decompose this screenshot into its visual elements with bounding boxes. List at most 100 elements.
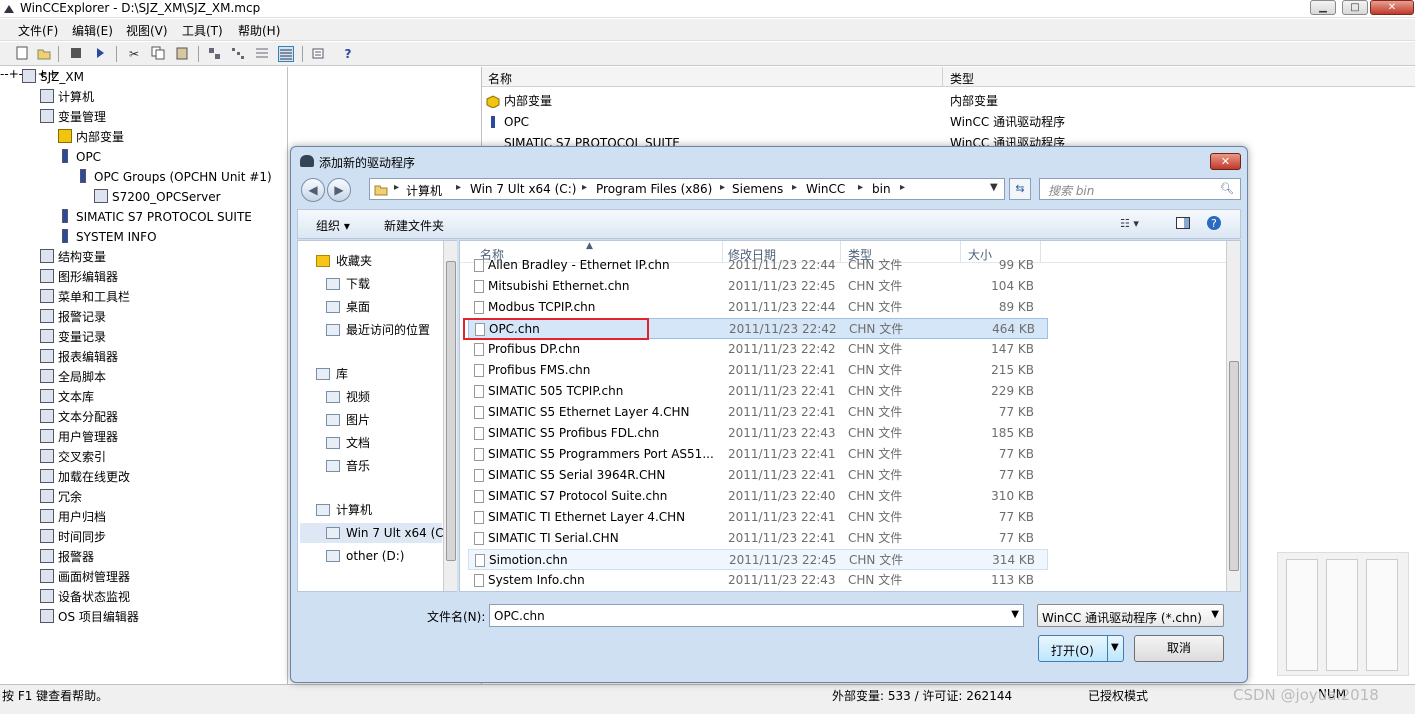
tree-node[interactable]: 报警记录 — [40, 307, 106, 327]
organize-button[interactable]: 组织 ▾ — [316, 217, 350, 234]
tree-node[interactable]: 加载在线更改 — [40, 467, 130, 487]
file-list-scrollbar-thumb[interactable] — [1229, 361, 1239, 571]
file-row[interactable]: Profibus DP.chn 2011/11/23 22:42 CHN 文件 147… — [468, 339, 1048, 360]
nav-item[interactable]: 音乐 — [326, 456, 370, 476]
tree-node[interactable]: SYSTEM INFO — [58, 227, 157, 247]
menu-tools[interactable]: 工具(T) — [182, 22, 223, 39]
tree-node[interactable]: 图形编辑器 — [40, 267, 118, 287]
nav-item[interactable]: 桌面 — [326, 297, 370, 317]
file-row[interactable]: Simotion.chn 2011/11/23 22:45 CHN 文件 314 KB — [468, 549, 1048, 570]
tree-node[interactable]: OS 项目编辑器 — [40, 607, 139, 627]
filename-input[interactable]: OPC.chn ▼ — [489, 604, 1024, 627]
small-icons-icon[interactable] — [230, 46, 246, 62]
nav-item[interactable]: 文档 — [326, 433, 370, 453]
tree-node[interactable]: 计算机 — [40, 87, 94, 107]
forward-button[interactable]: ▶ — [327, 178, 351, 202]
file-row[interactable]: SIMATIC S5 Serial 3964R.CHN 2011/11/23 22… — [468, 465, 1048, 486]
menu-file[interactable]: 文件(F) — [18, 22, 58, 39]
tree-node[interactable]: 用户归档 — [40, 507, 106, 527]
view-menu-icon[interactable]: ☷ ▾ — [1120, 217, 1139, 230]
tree-node[interactable]: 菜单和工具栏 — [40, 287, 130, 307]
address-bar[interactable]: ▸ 计算机 ▸ Win 7 Ult x64 (C:) ▸ Program Fil… — [369, 178, 1005, 200]
file-row[interactable]: Mitsubishi Ethernet.chn 2011/11/23 22:45 C… — [468, 276, 1048, 297]
help-icon[interactable]: ? — [1206, 215, 1222, 234]
breadcrumb-bin[interactable]: bin — [872, 182, 891, 196]
column-name[interactable]: 名称 — [488, 70, 512, 87]
dialog-close-button[interactable]: ✕ — [1210, 153, 1241, 170]
nav-item[interactable]: 收藏夹 — [316, 251, 372, 271]
file-row[interactable]: Profibus FMS.chn 2011/11/23 22:41 CHN 文件 21… — [468, 360, 1048, 381]
new-icon[interactable] — [14, 46, 30, 62]
breadcrumb-computer[interactable]: 计算机 — [406, 182, 442, 199]
paste-icon[interactable] — [174, 46, 190, 62]
file-row[interactable]: System Info.chn 2011/11/23 22:43 CHN 文件 113… — [468, 570, 1048, 591]
open-dropdown-icon[interactable]: ▼ — [1111, 642, 1119, 653]
cut-icon[interactable]: ✂ — [126, 46, 142, 62]
menu-help[interactable]: 帮助(H) — [238, 22, 280, 39]
tree-node[interactable]: SJZ_XM — [22, 67, 84, 87]
list-item[interactable]: OPC WinCC 通讯驱动程序 — [482, 112, 1415, 132]
copy-icon[interactable] — [150, 46, 166, 62]
stop-icon[interactable] — [68, 46, 84, 62]
file-list-scrollbar[interactable] — [1226, 241, 1240, 591]
file-row[interactable]: Allen Bradley - Ethernet IP.chn 2011/11/2… — [468, 255, 1048, 276]
tree-node[interactable]: 画面树管理器 — [40, 567, 130, 587]
breadcrumb-program-files[interactable]: Program Files (x86) — [596, 182, 712, 196]
nav-item[interactable]: 图片 — [326, 410, 370, 430]
nav-item[interactable]: 计算机 — [316, 500, 372, 520]
tree-node[interactable]: 内部变量 — [58, 127, 124, 147]
open-icon[interactable] — [36, 46, 52, 62]
file-row[interactable]: SIMATIC S7 Protocol Suite.chn 2011/11/23 … — [468, 486, 1048, 507]
tree-node[interactable]: 设备状态监视 — [40, 587, 130, 607]
tree-node[interactable]: 全局脚本 — [40, 367, 106, 387]
help-icon[interactable]: ? — [340, 46, 356, 62]
file-row[interactable]: SIMATIC 505 TCPIP.chn 2011/11/23 22:41 CHN… — [468, 381, 1048, 402]
nav-scrollbar-thumb[interactable] — [446, 261, 456, 561]
nav-item[interactable]: 下载 — [326, 274, 370, 294]
menu-view[interactable]: 视图(V) — [126, 22, 168, 39]
file-row[interactable]: SIMATIC S5 Profibus FDL.chn 2011/11/23 22… — [468, 423, 1048, 444]
breadcrumb-drive-c[interactable]: Win 7 Ult x64 (C:) — [470, 182, 576, 196]
list-item[interactable]: 内部变量 内部变量 — [482, 91, 1415, 111]
address-dropdown-icon[interactable]: ▼ — [990, 182, 998, 193]
breadcrumb-wincc[interactable]: WinCC — [806, 182, 845, 196]
tree-node[interactable]: OPC — [58, 147, 101, 167]
search-icon[interactable]: 🔍︎ — [1220, 182, 1234, 195]
tree-node[interactable]: 变量管理 — [40, 107, 106, 127]
file-row[interactable]: SIMATIC TI Serial.CHN 2011/11/23 22:41 CHN… — [468, 528, 1048, 549]
menu-edit[interactable]: 编辑(E) — [72, 22, 113, 39]
tree-node[interactable]: OPC Groups (OPCHN Unit #1) — [76, 167, 272, 187]
preview-pane-icon[interactable] — [1176, 217, 1190, 232]
maximize-button[interactable]: □ — [1342, 0, 1368, 15]
file-row[interactable]: SIMATIC S5 Ethernet Layer 4.CHN 2011/11/2… — [468, 402, 1048, 423]
tree-node[interactable]: 交叉索引 — [40, 447, 106, 467]
nav-item[interactable]: 最近访问的位置 — [326, 320, 430, 340]
close-button[interactable]: ✕ — [1370, 0, 1414, 15]
nav-item[interactable]: Win 7 Ult x64 (C — [300, 523, 444, 543]
nav-item[interactable]: 库 — [316, 364, 348, 384]
tree-node[interactable]: 文本库 — [40, 387, 94, 407]
file-row[interactable]: Modbus TCPIP.chn 2011/11/23 22:44 CHN 文件 89… — [468, 297, 1048, 318]
tree-node[interactable]: 用户管理器 — [40, 427, 118, 447]
expand-toggle[interactable]: + — [9, 67, 19, 81]
large-icons-icon[interactable] — [206, 46, 222, 62]
tree-node[interactable]: 结构变量 — [40, 247, 106, 267]
filename-dropdown-icon[interactable]: ▼ — [1011, 609, 1019, 620]
tree-node[interactable]: 变量记录 — [40, 327, 106, 347]
open-button[interactable]: 打开(O) ▼ — [1038, 635, 1124, 662]
nav-scrollbar[interactable] — [443, 241, 457, 591]
new-folder-button[interactable]: 新建文件夹 — [384, 217, 444, 234]
search-box[interactable]: 搜索 bin 🔍︎ — [1039, 178, 1241, 200]
tree-node[interactable]: 冗余 — [40, 487, 82, 507]
filetype-select[interactable]: WinCC 通讯驱动程序 (*.chn) ▼ — [1037, 604, 1224, 627]
details-icon[interactable] — [278, 46, 294, 62]
cancel-button[interactable]: 取消 — [1134, 635, 1224, 662]
nav-item[interactable]: other (D:) — [326, 546, 404, 566]
file-row[interactable]: SIMATIC S5 Programmers Port AS51... 2011/… — [468, 444, 1048, 465]
back-button[interactable]: ◀ — [301, 178, 325, 202]
tree-node[interactable]: S7200_OPCServer — [94, 187, 221, 207]
list-icon[interactable] — [254, 46, 270, 62]
refresh-button[interactable]: ⇆ — [1009, 178, 1031, 200]
tree-node[interactable]: 文本分配器 — [40, 407, 118, 427]
nav-item[interactable]: 视频 — [326, 387, 370, 407]
